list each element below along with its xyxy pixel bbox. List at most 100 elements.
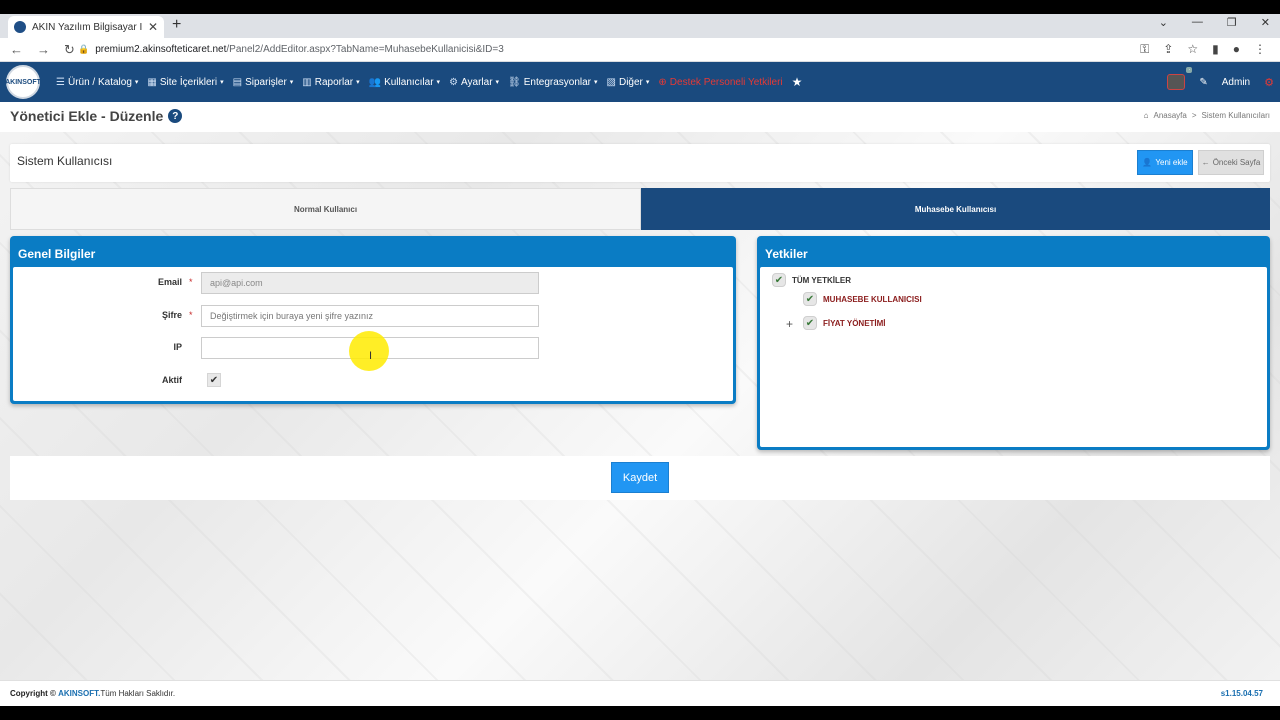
bars-icon: ☰ xyxy=(56,76,65,88)
caret-down-icon: ▾ xyxy=(134,79,139,86)
window-controls: ⌄ — ❐ ✕ xyxy=(1159,16,1270,29)
sidepanel-icon[interactable]: ▮ xyxy=(1212,42,1219,57)
previous-page-label: Önceki Sayfa xyxy=(1212,158,1261,167)
notification-icon[interactable]: · xyxy=(1167,67,1193,90)
browser-tab-title: AKIN Yazılım Bilgisayar İth. İhr. S... xyxy=(32,21,142,33)
section-title: Sistem Kullanıcısı xyxy=(17,154,113,168)
notification-badge: · xyxy=(1186,67,1193,73)
nav-item-destek-personeli[interactable]: ⊕ Destek Personeli Yetkileri xyxy=(658,77,782,88)
key-icon[interactable]: ⚿ xyxy=(1140,42,1149,57)
previous-page-button[interactable]: ← Önceki Sayfa xyxy=(1198,150,1264,175)
caret-down-icon: ▾ xyxy=(495,79,500,86)
copyright-prefix: Copyright © xyxy=(10,689,56,698)
akinsoft-logo[interactable]: AKINSOFT xyxy=(5,65,41,99)
favicon-icon xyxy=(14,21,26,33)
bookmark-star-icon[interactable]: ☆ xyxy=(1187,42,1198,57)
app-header: AKINSOFT ☰ Ürün / Katalog ▾ ▦ Site İçerikle… xyxy=(0,62,1280,102)
breadcrumb-home[interactable]: Anasayfa xyxy=(1154,111,1187,120)
add-user-icon: 👤 xyxy=(1142,158,1153,167)
caret-down-icon: ▾ xyxy=(436,79,441,86)
arrow-left-icon: ← xyxy=(1201,158,1210,167)
page-title: Yönetici Ekle - Düzenle ? xyxy=(10,108,183,124)
browser-nav: ← → ↻ xyxy=(0,42,78,58)
check-icon: ✔ xyxy=(209,374,219,386)
address-bar: ← → ↻ 🔒 premium2.akinsofteticaret.net/Pa… xyxy=(0,38,1280,62)
nav-item-site-icerikleri[interactable]: ▦ Site İçerikleri ▾ xyxy=(147,77,223,88)
tree-item-fiyat[interactable]: ✔ FİYAT YÖNETİMİ xyxy=(803,316,886,330)
check-icon[interactable]: ✔ xyxy=(803,292,817,306)
tab-muhasebe-kullanicisi[interactable]: Muhasebe Kullanıcısı xyxy=(641,188,1270,230)
footer-brand[interactable]: AKINSOFT. xyxy=(58,689,100,698)
url-field[interactable]: 🔒 premium2.akinsofteticaret.net/Panel2/A… xyxy=(78,44,504,55)
caret-down-icon: ▾ xyxy=(356,79,360,86)
new-tab-button[interactable]: + xyxy=(172,16,181,34)
tree-label: FİYAT YÖNETİMİ xyxy=(823,318,886,328)
minimize-icon[interactable]: — xyxy=(1192,16,1203,29)
home-icon: ⌂ xyxy=(1143,111,1149,120)
header-right: · ✎ Admin ⚙ xyxy=(1167,62,1274,102)
page-content: Yönetici Ekle - Düzenle ? ⌂ Anasayfa > S… xyxy=(0,102,1280,680)
menu-dots-icon[interactable]: ⋮ xyxy=(1254,42,1266,57)
tab-close-icon[interactable]: ✕ xyxy=(148,20,158,34)
url-path: /Panel2/AddEditor.aspx?TabName=MuhasebeK… xyxy=(226,44,504,55)
help-icon[interactable]: ? xyxy=(168,109,183,123)
email-label: Email xyxy=(157,277,182,287)
save-button[interactable]: Kaydet xyxy=(611,462,669,493)
back-icon[interactable]: ← xyxy=(10,42,23,58)
footer: Copyright © AKINSOFT.Tüm Hakları Saklıdı… xyxy=(0,680,1280,706)
nav-label: Destek Personeli Yetkileri xyxy=(669,76,783,88)
text-cursor-icon: I xyxy=(369,350,373,362)
close-window-icon[interactable]: ✕ xyxy=(1261,16,1270,29)
nav-label: Diğer xyxy=(618,76,643,88)
expand-plus-icon[interactable]: + xyxy=(786,317,793,331)
tree-item-muhasebe[interactable]: ✔ MUHASEBE KULLANICISI xyxy=(803,292,922,306)
favorite-star-icon[interactable]: ★ xyxy=(792,75,803,89)
browser-tab[interactable]: AKIN Yazılım Bilgisayar İth. İhr. S... ✕ xyxy=(8,16,164,38)
tab-search-icon[interactable]: ⌄ xyxy=(1159,16,1168,29)
tree-item-all-permissions[interactable]: ✔ TÜM YETKİLER xyxy=(772,273,851,287)
general-info-title: Genel Bilgiler xyxy=(18,247,96,261)
admin-label[interactable]: Admin xyxy=(1222,77,1250,88)
stack-icon: ▧ xyxy=(606,76,616,88)
gear-icon: ⚙ xyxy=(449,76,459,88)
add-new-button[interactable]: 👤 Yeni ekle xyxy=(1137,150,1193,175)
network-icon: ⛓ xyxy=(508,76,521,88)
chart-icon: ▥ xyxy=(302,76,312,88)
nav-label: Siparişler xyxy=(245,76,287,88)
nav-item-diger[interactable]: ▧ Diğer ▾ xyxy=(607,77,650,88)
breadcrumb-separator: > xyxy=(1191,111,1197,120)
permissions-body: ✔ TÜM YETKİLER ✔ MUHASEBE KULLANICISI + … xyxy=(760,267,1267,447)
nav-label: Kullanıcılar xyxy=(384,76,434,88)
nav-item-entegrasyonlar[interactable]: ⛓ Entegrasyonlar ▾ xyxy=(508,77,597,88)
version-label: s1.15.04.57 xyxy=(1220,689,1263,698)
reload-icon[interactable]: ↻ xyxy=(64,42,75,58)
edit-icon[interactable]: ✎ xyxy=(1199,77,1207,88)
nav-item-raporlar[interactable]: ▥ Raporlar ▾ xyxy=(302,77,359,88)
users-icon: 👥 xyxy=(368,76,382,88)
nav-label: Entegrasyonlar xyxy=(523,76,592,88)
share-icon[interactable]: ⇪ xyxy=(1163,42,1173,57)
check-icon[interactable]: ✔ xyxy=(803,316,817,330)
nav-item-urun-katalog[interactable]: ☰ Ürün / Katalog ▾ xyxy=(56,77,138,88)
nav-item-kullanicilar[interactable]: 👥 Kullanıcılar ▾ xyxy=(369,77,440,88)
tab-normal-kullanici[interactable]: Normal Kullanıcı xyxy=(10,188,641,230)
nav-label: Ayarlar xyxy=(461,76,493,88)
caret-down-icon: ▾ xyxy=(645,79,650,86)
nav-item-siparisler[interactable]: ▤ Siparişler ▾ xyxy=(233,77,294,88)
check-icon[interactable]: ✔ xyxy=(772,273,786,287)
restore-icon[interactable]: ❐ xyxy=(1227,16,1237,29)
breadcrumb: ⌂ Anasayfa > Sistem Kullanıcıları xyxy=(1144,111,1270,120)
nav-item-ayarlar[interactable]: ⚙ Ayarlar ▾ xyxy=(449,77,499,88)
profile-icon[interactable]: ● xyxy=(1233,42,1240,57)
nav-label: Raporlar xyxy=(314,76,354,88)
password-field[interactable]: Değiştirmek için buraya yeni şifre yazın… xyxy=(201,305,539,327)
active-checkbox[interactable]: ✔ xyxy=(207,373,221,387)
email-field[interactable]: api@api.com xyxy=(201,272,539,294)
sitemap-icon: ▦ xyxy=(147,76,157,88)
section-header-card: Sistem Kullanıcısı 👤 Yeni ekle ← Önceki … xyxy=(10,144,1270,182)
forward-icon[interactable]: → xyxy=(37,42,50,58)
tree-label: MUHASEBE KULLANICISI xyxy=(823,294,922,304)
tree-label: TÜM YETKİLER xyxy=(792,275,851,285)
logout-icon[interactable]: ⚙ xyxy=(1264,76,1274,89)
email-row: Email * api@api.com xyxy=(13,272,733,294)
